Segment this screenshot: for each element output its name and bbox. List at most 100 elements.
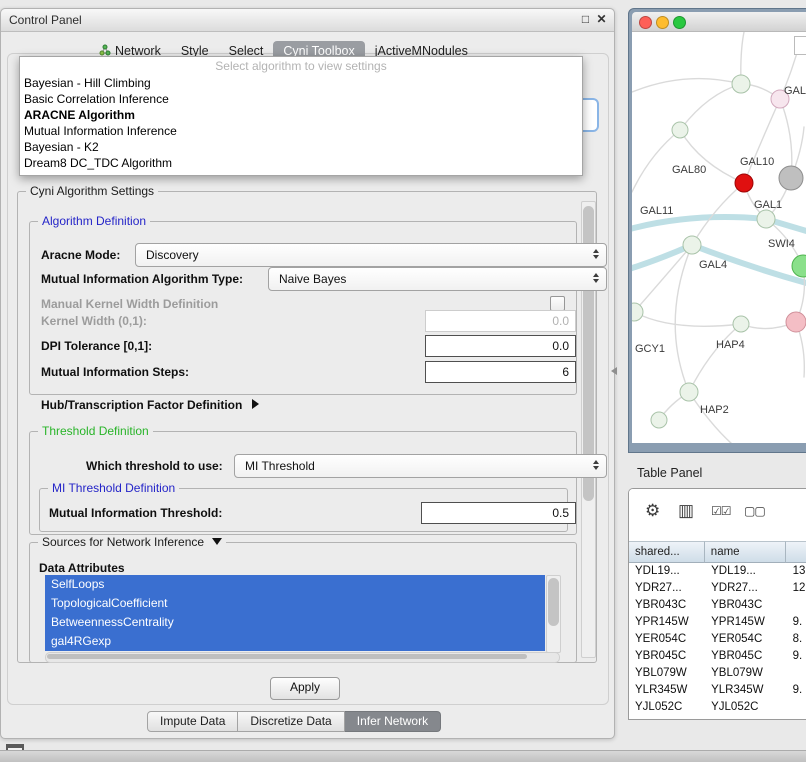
column-layout-icon[interactable]: ▥: [678, 501, 693, 521]
algorithm-option-mutual-information-inference[interactable]: Mutual Information Inference: [20, 123, 582, 139]
network-edge[interactable]: [680, 84, 741, 130]
mi-threshold-definition-title: MI Threshold Definition: [48, 481, 179, 495]
close-window-icon[interactable]: ✕: [594, 12, 609, 26]
network-edge[interactable]: [632, 217, 766, 230]
table-row[interactable]: YBL079WYBL079W: [629, 665, 806, 682]
algorithm-option-dream8-dc-tdc-algorithm[interactable]: Dream8 DC_TDC Algorithm: [20, 155, 582, 171]
network-canvas[interactable]: GALGAL80GAL10GAL11GAL1SWI4GAL4GCY1HAP4HA…: [632, 32, 806, 443]
network-node[interactable]: [735, 174, 753, 192]
desktop: Control Panel □ ✕ NetworkStyleSelectCyni…: [0, 0, 806, 762]
network-node[interactable]: [757, 210, 775, 228]
algorithm-option-bayesian-hill-climbing[interactable]: Bayesian - Hill Climbing: [20, 75, 582, 91]
network-view-titlebar[interactable]: [632, 12, 806, 32]
table-row[interactable]: YBR045CYBR045C9.: [629, 648, 806, 665]
column-header-shared[interactable]: shared...: [629, 541, 705, 563]
network-node[interactable]: [786, 312, 806, 332]
table-row[interactable]: YDL19...YDL19...13: [629, 563, 806, 580]
mi-algorithm-type-select[interactable]: Naive Bayes: [268, 267, 607, 291]
control-panel-titlebar[interactable]: Control Panel □ ✕: [1, 9, 614, 32]
data-attribute-item[interactable]: TopologicalCoefficient: [45, 594, 545, 613]
algorithm-option-aracne-algorithm[interactable]: ARACNE Algorithm: [20, 107, 582, 123]
table-row[interactable]: YBR043CYBR043C: [629, 597, 806, 614]
sources-title-toggle[interactable]: Sources for Network Inference: [38, 535, 226, 549]
column-header-name[interactable]: name: [705, 541, 786, 563]
mi-steps-field[interactable]: 6: [425, 361, 576, 383]
algorithm-definition-title: Algorithm Definition: [38, 214, 150, 228]
network-node[interactable]: [632, 303, 643, 321]
network-node[interactable]: [683, 236, 701, 254]
table-row[interactable]: YDR27...YDR27...12: [629, 580, 806, 597]
network-node[interactable]: [732, 75, 750, 93]
bottom-tab-bar: Impute DataDiscretize DataInfer Network: [147, 711, 441, 732]
network-edge[interactable]: [634, 312, 741, 326]
sources-title: Sources for Network Inference: [42, 535, 204, 549]
data-attributes-list[interactable]: SelfLoopsTopologicalCoefficientBetweenne…: [45, 575, 545, 651]
network-node[interactable]: [733, 316, 749, 332]
data-attribute-item[interactable]: BetweennessCentrality: [45, 613, 545, 632]
algorithm-option-bayesian-k2[interactable]: Bayesian - K2: [20, 139, 582, 155]
attributes-scrollbar[interactable]: [546, 575, 561, 653]
network-node[interactable]: [672, 122, 688, 138]
which-threshold-select[interactable]: MI Threshold: [234, 454, 607, 478]
column-header-extra[interactable]: [786, 541, 806, 563]
close-traffic-light[interactable]: [639, 16, 652, 29]
minimize-traffic-light[interactable]: [656, 16, 669, 29]
table-row[interactable]: YJL052CYJL052C: [629, 699, 806, 716]
apply-button[interactable]: Apply: [270, 677, 340, 700]
network-node[interactable]: [680, 383, 698, 401]
algorithm-dropdown-popup: Select algorithm to view settings Bayesi…: [19, 56, 583, 176]
algorithm-dropdown-placeholder: Select algorithm to view settings: [20, 58, 582, 75]
attributes-hscrollbar-thumb[interactable]: [47, 654, 527, 659]
network-edge[interactable]: [692, 183, 744, 245]
expand-right-icon[interactable]: [252, 399, 259, 409]
node-label-gal10: GAL10: [740, 156, 774, 168]
table-cell: 12: [787, 580, 806, 597]
table-toolbar: ⚙ ▥ ☑☑ ▢▢: [629, 489, 806, 541]
attributes-scrollbar-thumb[interactable]: [548, 578, 559, 626]
table-row[interactable]: YPR145WYPR145W9.: [629, 614, 806, 631]
deselect-all-icon[interactable]: ▢▢: [744, 504, 765, 518]
select-all-icon[interactable]: ☑☑: [711, 504, 731, 518]
network-edge[interactable]: [632, 245, 692, 270]
data-attribute-item[interactable]: gal4RGexp: [45, 632, 545, 651]
aracne-mode-select[interactable]: Discovery: [135, 243, 607, 267]
network-node[interactable]: [792, 255, 806, 277]
network-edge[interactable]: [689, 392, 732, 443]
network-edge[interactable]: [744, 99, 780, 183]
attributes-hscrollbar[interactable]: [45, 652, 560, 663]
bottom-tab-impute-data[interactable]: Impute Data: [147, 711, 238, 732]
control-panel-title: Control Panel: [9, 13, 82, 27]
zoom-traffic-light[interactable]: [673, 16, 686, 29]
network-edge[interactable]: [689, 324, 741, 392]
data-attribute-item[interactable]: SelfLoops: [45, 575, 545, 594]
manual-kernel-checkbox[interactable]: [550, 296, 565, 311]
threshold-definition-title: Threshold Definition: [38, 424, 153, 438]
collapse-down-icon[interactable]: [212, 538, 222, 545]
panel-resize-arrow-icon[interactable]: [611, 367, 617, 375]
bottom-tab-discretize-data[interactable]: Discretize Data: [238, 711, 344, 732]
float-window-icon[interactable]: □: [578, 12, 593, 26]
network-node[interactable]: [651, 412, 667, 428]
table-cell: [787, 665, 806, 682]
network-node[interactable]: [779, 166, 803, 190]
dpi-tolerance-field[interactable]: 0.0: [425, 335, 576, 357]
bottom-tab-infer-network[interactable]: Infer Network: [345, 711, 441, 732]
network-scrollbar-fragment[interactable]: [794, 36, 806, 55]
table-cell: YBR045C: [629, 648, 705, 665]
table-row[interactable]: YLR345WYLR345W9.: [629, 682, 806, 699]
table-panel-window: ⚙▥☑☑▢▢ shared...name YDL19...YDL19...13Y…: [628, 488, 806, 720]
gear-icon[interactable]: ⚙: [645, 501, 659, 521]
table-row[interactable]: YER054CYER054C8.: [629, 631, 806, 648]
algorithm-option-basic-correlation-inference[interactable]: Basic Correlation Inference: [20, 91, 582, 107]
cyni-algorithm-settings-title: Cyni Algorithm Settings: [26, 184, 158, 198]
node-label-gal1: GAL1: [754, 199, 782, 211]
table-cell: [787, 597, 806, 614]
mi-threshold-field[interactable]: 0.5: [421, 502, 576, 524]
hub-section-toggle[interactable]: Hub/Transcription Factor Definition: [41, 398, 259, 412]
table-cell: YBR045C: [705, 648, 787, 665]
node-label-hap4: HAP4: [716, 339, 745, 351]
network-edge[interactable]: [675, 245, 692, 392]
network-edge[interactable]: [632, 130, 680, 192]
kernel-width-field[interactable]: 0.0: [425, 310, 576, 332]
table-header: shared...name: [629, 541, 806, 563]
